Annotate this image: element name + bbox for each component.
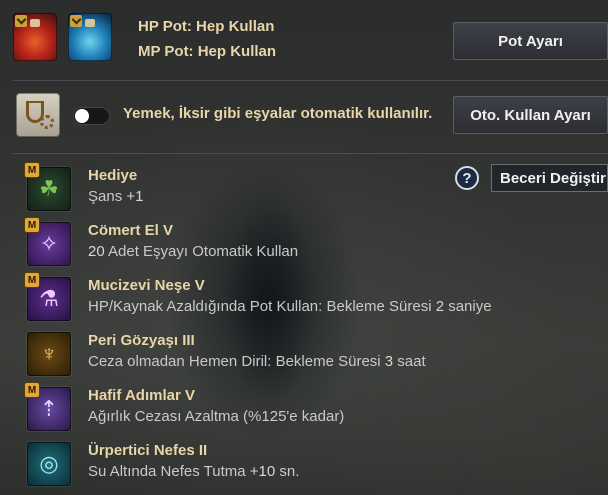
mastery-badge: M bbox=[25, 383, 39, 397]
skill-description: 20 Adet Eşyayı Otomatik Kullan bbox=[88, 243, 298, 260]
divider bbox=[13, 80, 608, 81]
blue-potion-icon bbox=[85, 19, 95, 27]
skill-description-part: Adet Eşyayı Otomatik Kullan bbox=[104, 243, 299, 260]
skill-name: Hafif Adımlar V bbox=[88, 387, 195, 404]
skill-description: HP/Kaynak Azaldığında Pot Kullan: Beklem… bbox=[88, 298, 492, 315]
mastery-badge: M bbox=[25, 163, 39, 177]
hp-pot-status: HP Pot: Hep Kullan bbox=[138, 18, 275, 35]
skill-description-part: saniye bbox=[444, 298, 492, 315]
skill-row[interactable]: ⚗ M Mucizevi Neşe V HP/Kaynak Azaldığında P… bbox=[23, 273, 583, 325]
skill-description-part: +1 bbox=[126, 188, 144, 205]
skill-description-part: +10 bbox=[249, 463, 276, 480]
skill-description: Ağırlık Cezası Azaltma (%125'e kadar) bbox=[88, 408, 344, 425]
skill-name: Cömert El V bbox=[88, 222, 174, 239]
mp-pot-status: MP Pot: Hep Kullan bbox=[138, 43, 277, 60]
auto-use-toggle[interactable] bbox=[73, 107, 110, 125]
check-badge-icon bbox=[15, 15, 27, 27]
toggle-knob bbox=[75, 109, 89, 123]
skill-row[interactable]: ☘ M Hediye Şans +1 bbox=[23, 163, 583, 215]
skill-description: Su Altında Nefes Tutma +10 sn. bbox=[88, 463, 299, 480]
mp-potion-slot[interactable] bbox=[68, 13, 112, 61]
skill-description-part: saat bbox=[393, 353, 426, 370]
skill-description: Şans +1 bbox=[88, 188, 143, 205]
red-potion-icon bbox=[30, 19, 40, 27]
mastery-badge: M bbox=[25, 273, 39, 287]
skill-description-part: Ağırlık Cezası Azaltma (%125'e kadar) bbox=[88, 408, 345, 425]
divider bbox=[13, 153, 608, 154]
flask-gear-icon bbox=[16, 93, 60, 137]
pot-settings-button[interactable]: Pot Ayarı bbox=[453, 22, 608, 60]
auto-use-description: Yemek, İksir gibi eşyalar otomatik kulla… bbox=[123, 105, 433, 122]
skill-row[interactable]: ⇡ M Hafif Adımlar V Ağırlık Cezası Azaltma … bbox=[23, 383, 583, 435]
skill-name: Hediye bbox=[88, 167, 138, 184]
auto-use-panel: HP Pot: Hep Kullan MP Pot: Hep Kullan Po… bbox=[0, 0, 608, 495]
bubbles-icon: ◎ bbox=[27, 442, 71, 486]
tear-vial-icon: ♆ bbox=[27, 332, 71, 376]
skill-description-part: sn. bbox=[275, 463, 300, 480]
auto-use-settings-button[interactable]: Oto. Kullan Ayarı bbox=[453, 96, 608, 134]
check-badge-icon bbox=[70, 15, 82, 27]
skill-description-part: 3 bbox=[384, 353, 394, 370]
skill-row[interactable]: ✧ M Cömert El V 20 Adet Eşyayı Otomatik Kul… bbox=[23, 218, 583, 270]
skill-row[interactable]: ♆ Peri Gözyaşı III Ceza olmadan Hemen Diri… bbox=[23, 328, 583, 380]
skill-description-part: HP/Kaynak Azaldığında Pot Kullan: Beklem… bbox=[88, 298, 436, 315]
skill-description-part: Ceza olmadan Hemen Diril: Bekleme Süresi bbox=[88, 353, 385, 370]
skill-name: Peri Gözyaşı III bbox=[88, 332, 195, 349]
skill-description-part: 20 bbox=[88, 243, 105, 260]
skill-row[interactable]: ◎ Ürpertici Nefes II Su Altında Nefes Tutm… bbox=[23, 438, 583, 490]
skill-description-part: Su Altında Nefes Tutma bbox=[88, 463, 250, 480]
skill-description-part: 2 bbox=[435, 298, 445, 315]
skill-description: Ceza olmadan Hemen Diril: Bekleme Süresi… bbox=[88, 353, 426, 370]
mastery-badge: M bbox=[25, 218, 39, 232]
skill-name: Mucizevi Neşe V bbox=[88, 277, 205, 294]
skill-description-part: Şans bbox=[88, 188, 127, 205]
skill-name: Ürpertici Nefes II bbox=[88, 442, 208, 459]
hp-potion-slot[interactable] bbox=[13, 13, 57, 61]
